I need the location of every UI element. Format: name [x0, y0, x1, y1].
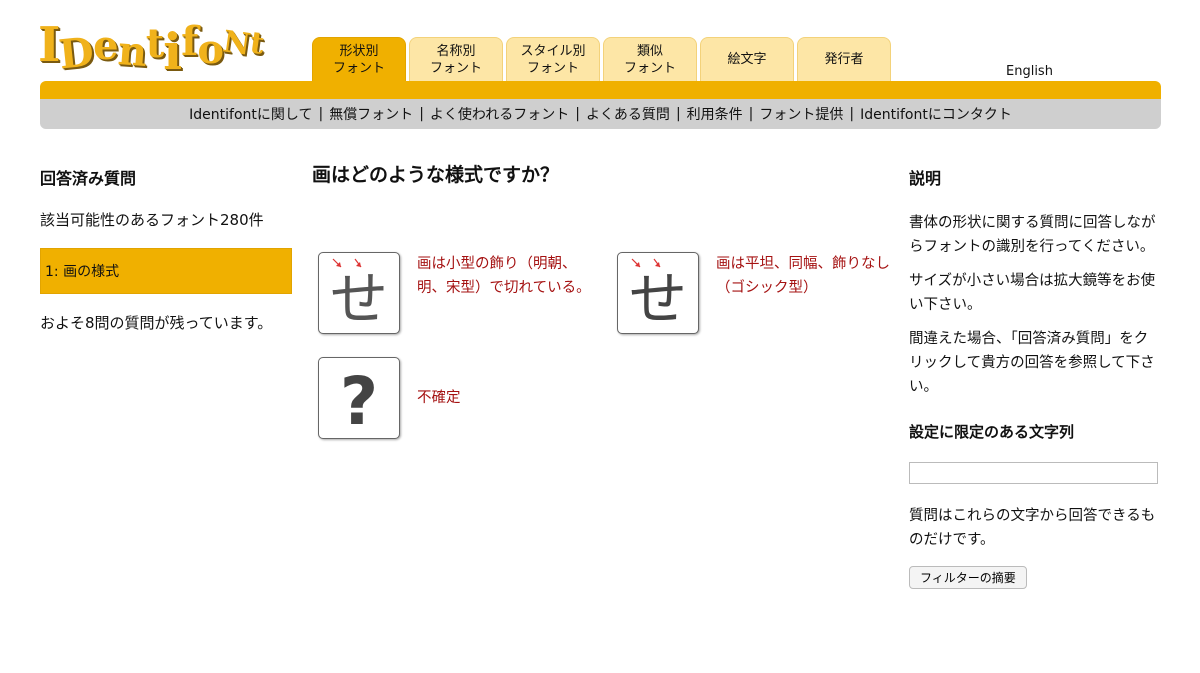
logo-letter: f [181, 18, 198, 65]
option-label[interactable]: 不確定 [417, 357, 461, 439]
serif-se-glyph: せ [330, 258, 388, 333]
nav-separator: | [748, 106, 754, 122]
secondary-nav: Identifontに関して | 無償フォント | よく使われるフォント | よ… [40, 99, 1161, 129]
logo-letter: D [57, 28, 96, 79]
logo-letter: t [145, 20, 165, 67]
answered-questions-heading: 回答済み質問 [40, 169, 137, 188]
left-column: 回答済み質問 該当可能性のあるフォント280件 1: 画の様式 およそ8問の質問… [40, 165, 292, 333]
explanation-paragraph: 書体の形状に関する質問に回答しながらフォントの識別を行ってください。 [909, 215, 1156, 255]
nav-contact[interactable]: Identifontにコンタクト [860, 104, 1012, 124]
glyph-text: せ [629, 265, 687, 333]
logo-letter: e [93, 22, 118, 69]
filter-input[interactable] [909, 462, 1158, 484]
logo-letter: n [115, 27, 148, 76]
tab-style[interactable]: スタイル別 フォント [506, 37, 600, 81]
tab-publisher[interactable]: 発行者 [797, 37, 891, 81]
option-serif[interactable]: せ 画は小型の飾り（明朝、明、宋型）で切れている。 [318, 252, 598, 334]
explanation-heading: 説明 [909, 169, 942, 188]
identifont-logo[interactable]: IDentifoNt [38, 14, 278, 81]
sans-se-glyph: せ [629, 258, 687, 333]
tab-label: 発行者 [824, 52, 864, 67]
nav-font-provision[interactable]: フォント提供 [759, 104, 843, 124]
tab-label: 形状別 フォント [332, 43, 385, 76]
nav-popular-fonts[interactable]: よく使われるフォント [430, 104, 569, 124]
glyph-text: せ [330, 265, 388, 333]
tab-similar[interactable]: 類似 フォント [603, 37, 697, 81]
logo-letter: i [163, 22, 182, 81]
logo-letter: I [38, 17, 60, 73]
filter-note: 質問はこれらの文字から回答できるものだけです。 [909, 508, 1156, 548]
nav-separator: | [318, 106, 324, 122]
tab-pictograph[interactable]: 絵文字 [700, 37, 794, 81]
nav-separator: | [419, 106, 424, 122]
nav-about[interactable]: Identifontに関して [189, 104, 312, 124]
sans-se-icon[interactable]: せ [617, 252, 699, 334]
tab-label: 類似 フォント [623, 43, 676, 76]
logo-letter: o [197, 26, 224, 73]
question-mark-icon[interactable]: ? [318, 357, 400, 440]
serif-se-icon[interactable]: せ [318, 252, 400, 334]
apply-filter-button[interactable]: フィルターの摘要 [909, 566, 1027, 589]
glyph-text: ? [340, 363, 378, 438]
filter-heading: 設定に限定のある文字列 [909, 423, 1075, 441]
option-unsure[interactable]: ? 不確定 [318, 357, 598, 440]
question-mark-glyph: ? [340, 363, 378, 440]
remaining-questions: およそ8問の質問が残っています。 [40, 314, 273, 332]
option-sans[interactable]: せ 画は平坦、同幅、飾りなし（ゴシック型） [617, 252, 897, 334]
nav-accent-bar [40, 81, 1161, 99]
tab-label: スタイル別 フォント [520, 43, 586, 76]
explanation-paragraph: 間違えた場合、「回答済み質問」をクリックして貴方の回答を参照して下さい。 [909, 331, 1155, 395]
explanation-column: 説明 書体の形状に関する質問に回答しながらフォントの識別を行ってください。 サイ… [909, 165, 1161, 589]
question-title: 画はどのような様式ですか？ [312, 164, 560, 186]
nav-separator: | [849, 106, 855, 122]
tab-label: 絵文字 [727, 52, 767, 67]
nav-faq[interactable]: よくある質問 [586, 104, 670, 124]
nav-free-fonts[interactable]: 無償フォント [329, 104, 413, 124]
nav-terms[interactable]: 利用条件 [687, 104, 743, 124]
explanation-paragraph: サイズが小さい場合は拡大鏡等をお使い下さい。 [909, 273, 1156, 313]
tab-shape[interactable]: 形状別 フォント [312, 37, 406, 81]
option-label[interactable]: 画は平坦、同幅、飾りなし（ゴシック型） [716, 252, 897, 300]
nav-separator: | [675, 106, 681, 122]
possible-font-count: 該当可能性のあるフォント280件 [40, 211, 264, 229]
option-label[interactable]: 画は小型の飾り（明朝、明、宋型）で切れている。 [417, 252, 598, 300]
language-link-english[interactable]: English [1006, 64, 1053, 79]
nav-separator: | [575, 106, 580, 122]
tab-name[interactable]: 名称別 フォント [409, 37, 503, 81]
answered-question-item[interactable]: 1: 画の様式 [40, 248, 292, 294]
tab-label: 名称別 フォント [429, 43, 482, 76]
question-area: 画はどのような様式ですか？ [312, 160, 892, 187]
main-tabs: 形状別 フォント 名称別 フォント スタイル別 フォント 類似 フォント 絵文字… [312, 37, 891, 81]
